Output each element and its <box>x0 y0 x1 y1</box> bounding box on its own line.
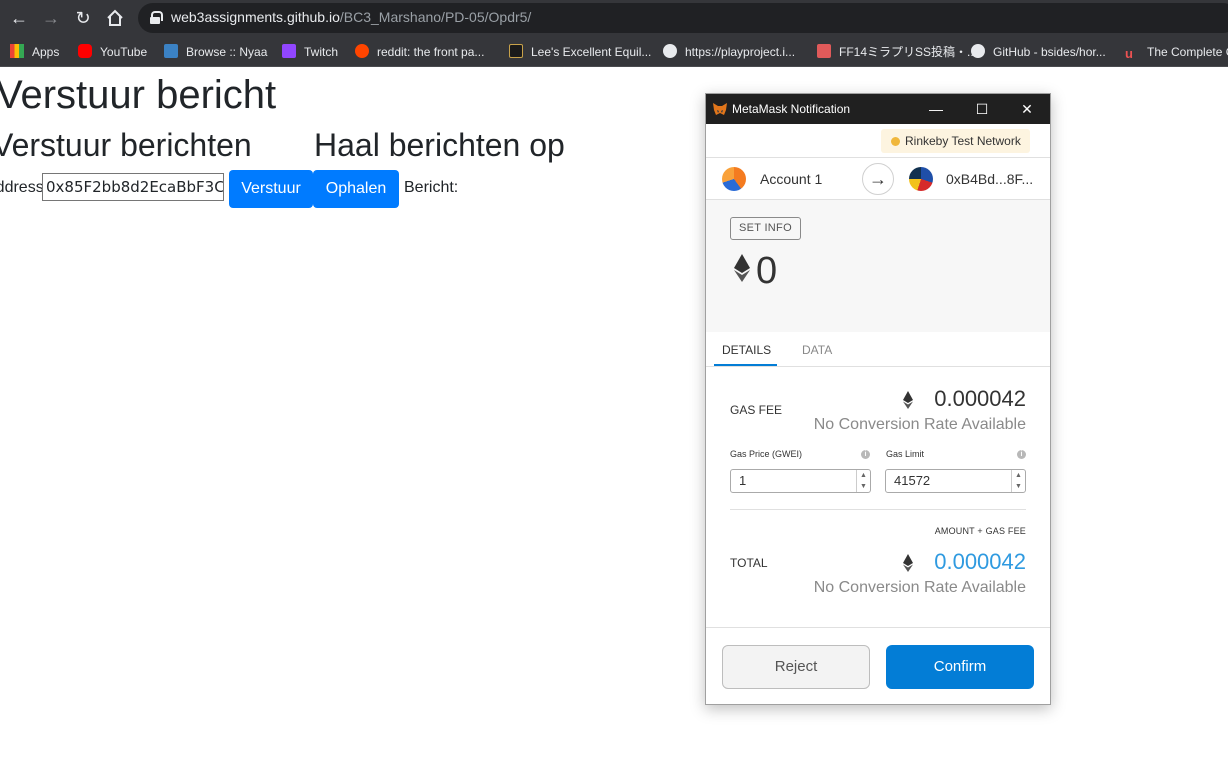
metamask-window: MetaMask Notification — ☐ ✕ Rinkeby Test… <box>705 93 1051 705</box>
gas-limit-value: 41572 <box>894 473 931 488</box>
browser-toolbar: ← → ↻ web3assignments.github.io/BC3_Mars… <box>0 0 1228 36</box>
to-account-address: 0xB4Bd...8F... <box>946 171 1034 187</box>
bookmark-nyaa[interactable]: Browse :: Nyaa <box>164 42 267 62</box>
forward-arrow-icon[interactable]: → <box>39 6 63 30</box>
globe-icon <box>663 44 677 58</box>
back-arrow-icon[interactable]: ← <box>7 6 31 30</box>
send-button[interactable]: Verstuur <box>229 170 313 208</box>
gas-limit-label: Gas Limit <box>886 449 925 459</box>
gas-fee-conversion: No Conversion Rate Available <box>813 416 1026 433</box>
gas-fee-value: 0.000042 <box>934 386 1026 411</box>
udemy-icon: u <box>1125 46 1133 61</box>
metamask-window-title: MetaMask Notification <box>732 102 851 116</box>
address-bar[interactable]: web3assignments.github.io/BC3_Marshano/P… <box>138 3 1228 33</box>
gas-price-input[interactable]: 1 ▲ ▼ <box>730 469 871 493</box>
bookmark-lees-equil[interactable]: Lee's Excellent Equil... <box>509 42 651 62</box>
heading-fetch-messages: Haal berichten op <box>314 127 565 163</box>
address-input-value: 0x85F2bb8d2EcaBbF3C1 <box>46 178 224 196</box>
bookmark-twitch[interactable]: Twitch <box>282 42 338 62</box>
bookmark-complete[interactable]: u The Complete G <box>1125 42 1228 62</box>
details-panel: GAS FEE 0.000042 No Conversion Rate Avai… <box>706 367 1050 627</box>
bookmark-apps[interactable]: Apps <box>10 42 59 62</box>
metamask-fox-icon <box>713 103 727 115</box>
total-conversion: No Conversion Rate Available <box>813 579 1026 596</box>
details-tabs: DETAILS DATA <box>706 332 1050 367</box>
page-title: Verstuur bericht <box>0 73 277 117</box>
gas-limit-info-icon[interactable]: i <box>1017 450 1026 459</box>
gas-price-value: 1 <box>739 473 747 488</box>
gas-limit-stepper[interactable]: ▲ ▼ <box>1011 470 1025 492</box>
network-status-dot <box>891 137 900 146</box>
confirm-button[interactable]: Confirm <box>886 645 1034 689</box>
heading-send-messages: Verstuur berichten <box>0 127 252 163</box>
gas-price-label: Gas Price (GWEI) <box>730 449 803 459</box>
transaction-amount: 0 <box>756 250 778 292</box>
total-value: 0.000042 <box>934 549 1026 574</box>
active-tab-indicator <box>714 364 777 366</box>
tab-details[interactable]: DETAILS <box>722 343 771 357</box>
details-divider <box>730 509 1026 510</box>
reddit-icon <box>355 44 369 58</box>
to-account-avatar <box>909 167 933 191</box>
address-input[interactable]: 0x85F2bb8d2EcaBbF3C1 <box>42 173 224 201</box>
account-bar: Account 1 → 0xB4Bd...8F... <box>706 158 1050 200</box>
close-icon[interactable]: ✕ <box>1004 94 1050 124</box>
ethereum-icon-total <box>903 554 913 572</box>
reload-icon[interactable]: ↻ <box>71 6 95 30</box>
network-indicator[interactable]: Rinkeby Test Network <box>881 129 1030 153</box>
metamask-titlebar: MetaMask Notification — ☐ ✕ <box>706 94 1050 124</box>
maximize-icon[interactable]: ☐ <box>959 94 1005 124</box>
lock-icon <box>150 11 163 24</box>
gas-limit-input[interactable]: 41572 ▲ ▼ <box>885 469 1026 493</box>
message-label: Bericht: <box>404 179 459 196</box>
minimize-icon[interactable]: — <box>913 94 959 124</box>
bookmark-ff14[interactable]: FF14ミラプリSS投稿・... <box>817 42 977 62</box>
gas-fee-label: GAS FEE <box>730 403 783 417</box>
transaction-summary: SET INFO 0 <box>706 200 1050 332</box>
reject-button[interactable]: Reject <box>722 645 870 689</box>
method-badge: SET INFO <box>730 217 801 240</box>
total-label: TOTAL <box>730 556 768 570</box>
address-label: Address: <box>0 179 49 196</box>
network-name: Rinkeby Test Network <box>905 134 1021 148</box>
ethereum-icon <box>734 254 750 282</box>
action-footer: Reject Confirm <box>706 627 1050 704</box>
ethereum-icon-small <box>903 391 913 409</box>
url-text: web3assignments.github.io/BC3_Marshano/P… <box>171 9 532 25</box>
nyaa-icon <box>164 44 178 58</box>
home-icon[interactable] <box>103 6 127 30</box>
tab-data[interactable]: DATA <box>802 343 832 357</box>
ff14-icon <box>817 44 831 58</box>
lee-icon <box>509 44 523 58</box>
github-icon <box>971 44 985 58</box>
gas-price-stepper[interactable]: ▲ ▼ <box>856 470 870 492</box>
bookmark-reddit[interactable]: reddit: the front pa... <box>355 42 484 62</box>
bookmark-playproject[interactable]: https://playproject.i... <box>663 42 795 62</box>
from-account-avatar <box>722 167 746 191</box>
apps-grid-icon <box>10 44 24 58</box>
bookmarks-bar: Apps YouTube Browse :: Nyaa Twitch reddi… <box>0 36 1228 67</box>
from-account-name: Account 1 <box>760 171 823 187</box>
twitch-icon <box>282 44 296 58</box>
fetch-button[interactable]: Ophalen <box>313 170 399 208</box>
amount-gas-label: AMOUNT + GAS FEE <box>934 526 1026 536</box>
bookmark-youtube[interactable]: YouTube <box>78 42 147 62</box>
gas-price-info-icon[interactable]: i <box>861 450 870 459</box>
network-bar: Rinkeby Test Network <box>706 124 1050 158</box>
youtube-icon <box>78 44 92 58</box>
arrow-right-icon: → <box>862 163 894 195</box>
bookmark-github[interactable]: GitHub - bsides/hor... <box>971 42 1106 62</box>
